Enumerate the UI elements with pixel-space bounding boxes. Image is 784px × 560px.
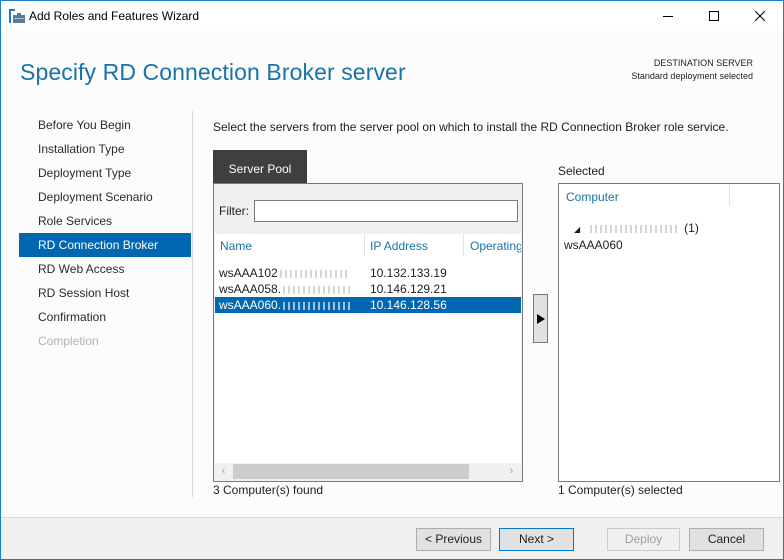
tab-server-pool[interactable]: Server Pool: [213, 150, 307, 183]
next-button[interactable]: Next >: [499, 528, 574, 551]
column-separator[interactable]: [364, 234, 365, 256]
filter-input[interactable]: [254, 200, 518, 222]
arrow-right-icon: [536, 313, 545, 324]
selected-label: Selected: [558, 164, 605, 178]
instruction-text: Select the servers from the server pool …: [213, 120, 729, 134]
column-separator[interactable]: [729, 184, 730, 206]
server-name-cell: wsAAA060.: [219, 297, 354, 313]
server-name: wsAAA102: [219, 266, 278, 280]
title-bar[interactable]: Add Roles and Features Wizard: [1, 1, 783, 31]
cancel-button[interactable]: Cancel: [689, 528, 764, 551]
server-pool-panel: Filter: Name IP Address Operating wsAAA1…: [213, 183, 523, 482]
scroll-right-icon[interactable]: ›: [503, 464, 520, 479]
server-pool-list[interactable]: Name IP Address Operating wsAAA102 10.13…: [215, 234, 521, 480]
column-header-ip-address[interactable]: IP Address: [370, 239, 428, 253]
horizontal-scrollbar[interactable]: ‹ ›: [215, 463, 521, 480]
destination-server-value: Standard deployment selected: [631, 71, 753, 81]
table-row-selected[interactable]: wsAAA060. 10.146.128.56: [215, 297, 521, 313]
minimize-icon: [663, 16, 673, 17]
column-header-operating-system[interactable]: Operating: [470, 239, 521, 253]
column-header-computer[interactable]: Computer: [566, 190, 619, 204]
server-name-cell: wsAAA102: [219, 265, 350, 281]
column-separator[interactable]: [463, 234, 464, 256]
list-header: Name IP Address Operating: [215, 234, 521, 258]
ip-address-cell: 10.146.129.21: [370, 282, 447, 296]
server-name: wsAAA060.: [219, 298, 282, 312]
wizard-header: Specify RD Connection Broker server DEST…: [1, 31, 783, 105]
list-item[interactable]: wsAAA060: [564, 238, 623, 252]
add-to-selected-button[interactable]: [533, 294, 548, 343]
table-row[interactable]: wsAAA058. 10.146.129.21: [215, 281, 521, 297]
server-manager-icon: [9, 9, 25, 23]
server-name-cell: wsAAA058.: [219, 281, 354, 297]
nav-item-role-services[interactable]: Role Services: [19, 209, 191, 233]
close-button[interactable]: [737, 1, 783, 31]
group-count: (1): [684, 221, 699, 235]
maximize-icon: [709, 11, 719, 21]
table-row[interactable]: wsAAA102 10.132.133.19: [215, 265, 521, 281]
maximize-button[interactable]: [691, 1, 737, 31]
window-title: Add Roles and Features Wizard: [29, 9, 200, 23]
nav-item-rd-session-host[interactable]: RD Session Host: [19, 281, 191, 305]
redacted-text: [283, 301, 354, 310]
destination-server-label: DESTINATION SERVER: [653, 58, 753, 68]
page-title: Specify RD Connection Broker server: [20, 59, 406, 85]
nav-item-installation-type[interactable]: Installation Type: [19, 137, 191, 161]
selected-computers-list[interactable]: Computer ◢ (1) wsAAA060: [558, 183, 780, 482]
scrollbar-thumb[interactable]: [233, 464, 469, 479]
column-header-name[interactable]: Name: [220, 239, 252, 253]
wizard-footer: < Previous Next > Deploy Cancel: [1, 517, 783, 559]
nav-item-deployment-type[interactable]: Deployment Type: [19, 161, 191, 185]
scroll-left-icon[interactable]: ‹: [215, 464, 232, 479]
server-name: wsAAA058.: [219, 282, 282, 296]
close-icon: [754, 10, 766, 22]
minimize-button[interactable]: [645, 1, 691, 31]
collapse-triangle-icon[interactable]: ◢: [574, 225, 580, 234]
computers-found-count: 3 Computer(s) found: [213, 483, 324, 497]
redacted-text: [283, 285, 354, 294]
group-row[interactable]: ◢ (1): [574, 221, 699, 235]
redacted-text: [590, 224, 681, 233]
wizard-steps-nav: Before You Begin Installation Type Deplo…: [19, 113, 191, 353]
nav-item-deployment-scenario[interactable]: Deployment Scenario: [19, 185, 191, 209]
redacted-text: [279, 269, 350, 278]
previous-button[interactable]: < Previous: [416, 528, 491, 551]
ip-address-cell: 10.146.128.56: [370, 298, 447, 312]
filter-label: Filter:: [219, 204, 249, 218]
ip-address-cell: 10.132.133.19: [370, 266, 447, 280]
nav-item-before-you-begin[interactable]: Before You Begin: [19, 113, 191, 137]
nav-item-completion: Completion: [38, 334, 99, 348]
wizard-window: Add Roles and Features Wizard Specify RD…: [0, 0, 784, 560]
nav-item-rd-web-access[interactable]: RD Web Access: [19, 257, 191, 281]
deploy-button: Deploy: [607, 528, 680, 551]
computers-selected-count: 1 Computer(s) selected: [558, 483, 683, 497]
nav-item-rd-connection-broker[interactable]: RD Connection Broker: [19, 233, 191, 257]
nav-item-confirmation[interactable]: Confirmation: [19, 305, 191, 329]
nav-divider: [192, 111, 193, 497]
